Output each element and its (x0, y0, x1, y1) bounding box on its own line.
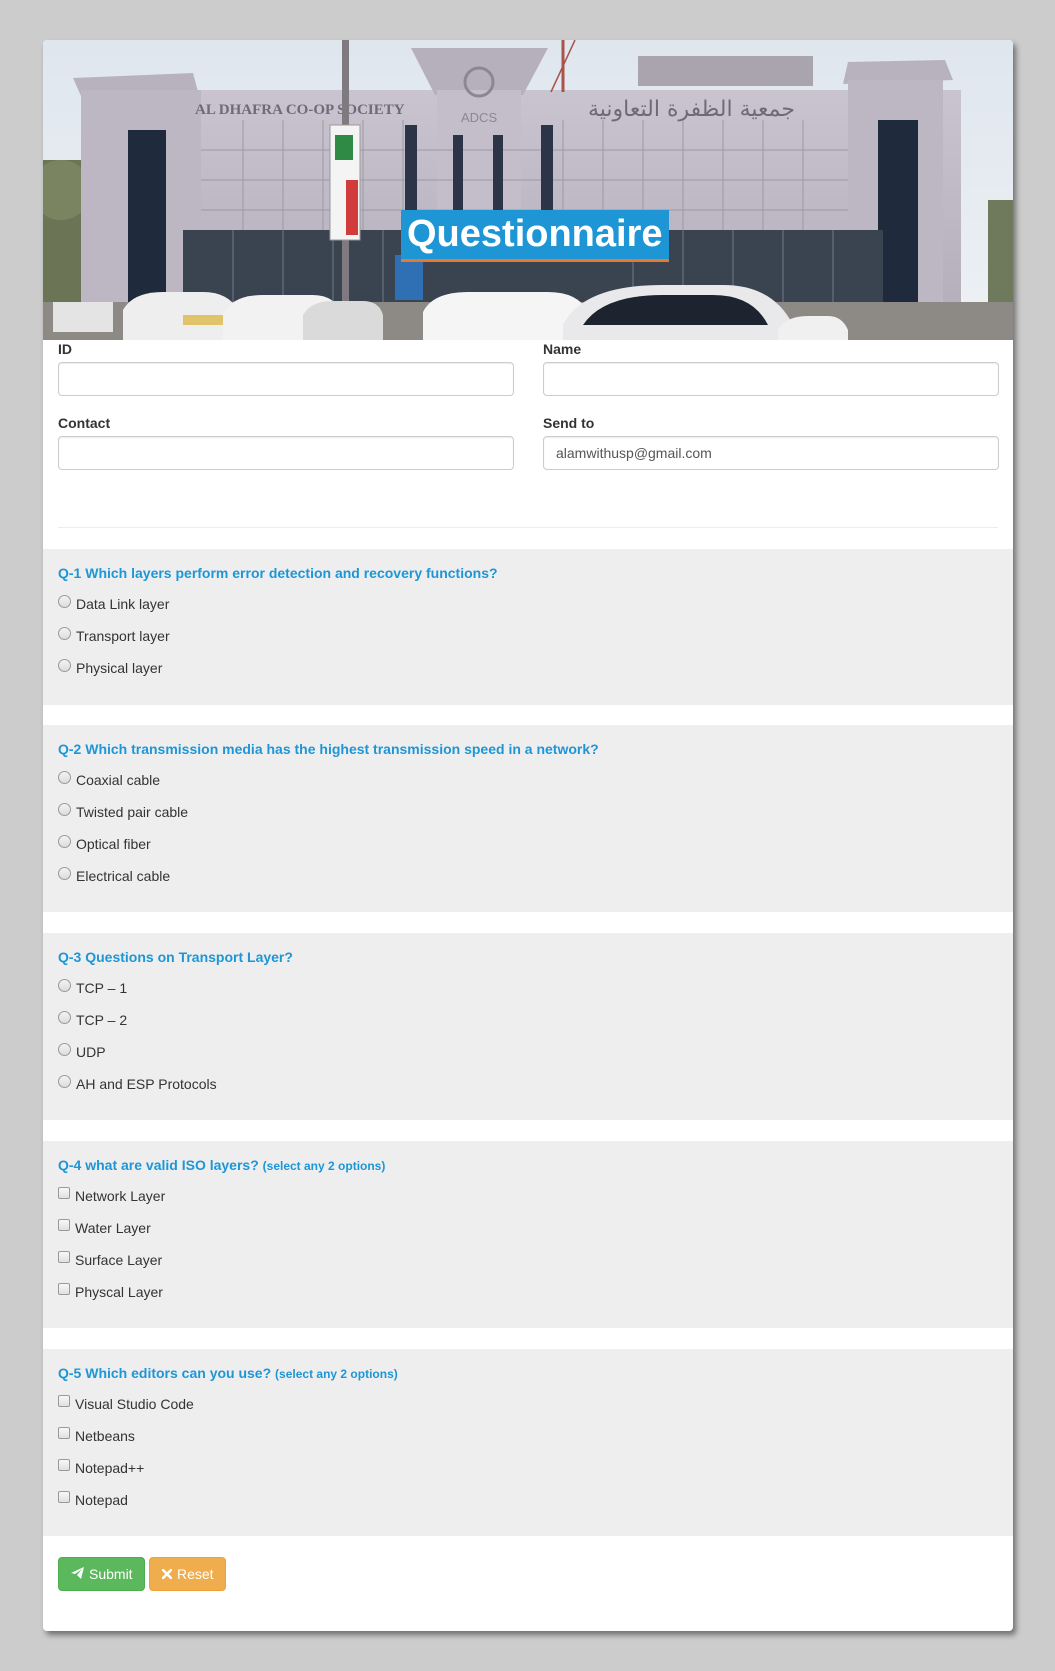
question-4-hint: (select any 2 options) (262, 1159, 386, 1173)
page-title: Questionnaire (401, 210, 669, 262)
option-label: Optical fiber (76, 836, 151, 852)
times-icon (161, 1567, 173, 1582)
radio-button[interactable] (58, 626, 71, 640)
building-photo: AL DHAFRA CO-OP SOCIETY جمعية الظفرة الت… (43, 40, 1013, 340)
option-label: Notepad++ (75, 1460, 145, 1476)
q4-option-4[interactable]: Physcal Layer (58, 1282, 163, 1302)
q4-option-3[interactable]: Surface Layer (58, 1250, 162, 1270)
radio-button[interactable] (58, 1074, 71, 1088)
radio-button[interactable] (58, 802, 71, 816)
form-divider (58, 527, 998, 528)
option-label: Network Layer (75, 1188, 166, 1204)
q5-option-1[interactable]: Visual Studio Code (58, 1394, 194, 1414)
radio-button[interactable] (58, 834, 71, 848)
name-input[interactable] (543, 362, 999, 396)
q4-option-1[interactable]: Network Layer (58, 1186, 165, 1206)
question-1: Q-1 Which layers perform error detection… (43, 549, 1013, 705)
q1-option-1[interactable]: Data Link layer (58, 594, 169, 614)
option-label: Netbeans (75, 1428, 135, 1444)
building-logo-text: ADCS (461, 110, 497, 125)
option-label: Surface Layer (75, 1252, 163, 1268)
contact-input[interactable] (58, 436, 514, 470)
radio-button[interactable] (58, 658, 71, 672)
id-label: ID (58, 341, 72, 357)
checkbox[interactable] (58, 1459, 70, 1471)
q1-option-3[interactable]: Physical layer (58, 658, 162, 678)
q3-option-2[interactable]: TCP – 2 (58, 1010, 127, 1030)
question-4: Q-4 what are valid ISO layers? (select a… (43, 1141, 1013, 1328)
q2-option-3[interactable]: Optical fiber (58, 834, 151, 854)
checkbox[interactable] (58, 1427, 70, 1439)
id-input[interactable] (58, 362, 514, 396)
q5-option-3[interactable]: Notepad++ (58, 1458, 144, 1478)
option-label: Physcal Layer (75, 1284, 163, 1300)
question-5-hint: (select any 2 options) (275, 1367, 398, 1381)
option-label: Physical layer (76, 660, 163, 676)
checkbox[interactable] (58, 1251, 70, 1263)
question-3: Q-3 Questions on Transport Layer? TCP – … (43, 933, 1013, 1120)
checkbox[interactable] (58, 1491, 70, 1503)
building-sign-left: AL DHAFRA CO-OP SOCIETY (195, 102, 405, 118)
q5-option-4[interactable]: Notepad (58, 1490, 128, 1510)
option-label: Data Link layer (76, 596, 170, 612)
reset-button[interactable]: Reset (149, 1557, 226, 1591)
option-label: Visual Studio Code (75, 1396, 194, 1412)
q1-option-2[interactable]: Transport layer (58, 626, 170, 646)
question-3-title: Q-3 Questions on Transport Layer? (58, 949, 293, 965)
send-to-label: Send to (543, 415, 595, 431)
paper-plane-icon (71, 1566, 84, 1582)
q4-option-2[interactable]: Water Layer (58, 1218, 151, 1238)
option-label: Twisted pair cable (76, 804, 189, 820)
option-label: UDP (76, 1044, 106, 1060)
header-banner: AL DHAFRA CO-OP SOCIETY جمعية الظفرة الت… (43, 40, 1013, 340)
radio-button[interactable] (58, 594, 71, 608)
option-label: Electrical cable (76, 868, 171, 884)
radio-button[interactable] (58, 1010, 71, 1024)
reset-label: Reset (177, 1566, 214, 1582)
send-to-input[interactable] (543, 436, 999, 470)
contact-label: Contact (58, 415, 111, 431)
checkbox[interactable] (58, 1219, 70, 1231)
building-sign-right: جمعية الظفرة التعاونية (588, 97, 795, 122)
q2-option-4[interactable]: Electrical cable (58, 866, 170, 886)
q5-option-2[interactable]: Netbeans (58, 1426, 135, 1446)
option-label: TCP – 1 (76, 980, 128, 996)
question-1-title: Q-1 Which layers perform error detection… (58, 565, 498, 581)
q3-option-3[interactable]: UDP (58, 1042, 106, 1062)
question-2: Q-2 Which transmission media has the hig… (43, 725, 1013, 912)
q2-option-1[interactable]: Coaxial cable (58, 770, 160, 790)
option-label: AH and ESP Protocols (76, 1076, 217, 1092)
question-2-title: Q-2 Which transmission media has the hig… (58, 741, 599, 757)
name-label: Name (543, 341, 582, 357)
radio-button[interactable] (58, 978, 71, 992)
submit-button[interactable]: Submit (58, 1557, 145, 1591)
submit-label: Submit (89, 1566, 133, 1582)
checkbox[interactable] (58, 1395, 70, 1407)
question-5: Q-5 Which editors can you use? (select a… (43, 1349, 1013, 1536)
question-4-title: Q-4 what are valid ISO layers? (select a… (58, 1157, 386, 1173)
questionnaire-card: AL DHAFRA CO-OP SOCIETY جمعية الظفرة الت… (43, 40, 1013, 1631)
question-5-title: Q-5 Which editors can you use? (select a… (58, 1365, 398, 1381)
option-label: Transport layer (76, 628, 170, 644)
radio-button[interactable] (58, 770, 71, 784)
q2-option-2[interactable]: Twisted pair cable (58, 802, 188, 822)
radio-button[interactable] (58, 1042, 71, 1056)
option-label: TCP – 2 (76, 1012, 128, 1028)
q3-option-1[interactable]: TCP – 1 (58, 978, 127, 998)
q3-option-4[interactable]: AH and ESP Protocols (58, 1074, 217, 1094)
checkbox[interactable] (58, 1283, 70, 1295)
option-label: Water Layer (75, 1220, 151, 1236)
checkbox[interactable] (58, 1187, 70, 1199)
radio-button[interactable] (58, 866, 71, 880)
option-label: Coaxial cable (76, 772, 161, 788)
option-label: Notepad (75, 1492, 128, 1508)
